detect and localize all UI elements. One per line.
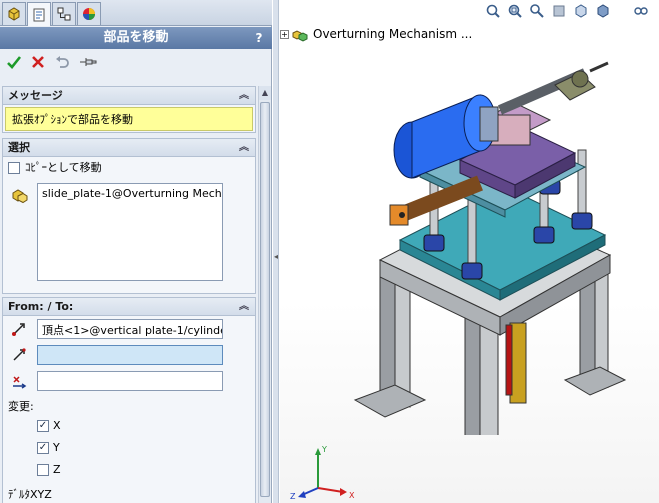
from-to-section: From: / To: ︽ 頂点<1>@vertical plate-1/cyl… — [2, 297, 256, 503]
cancel-button[interactable] — [28, 54, 48, 74]
selection-section: 選択 ︽ ｺﾋﾟｰとして移動 slide_plate-1@Overturning… — [2, 138, 256, 294]
from-point-icon — [12, 323, 25, 336]
undo-icon — [56, 56, 69, 68]
previous-view-icon[interactable] — [529, 3, 545, 19]
panel-splitter[interactable]: ◂ — [273, 0, 279, 503]
property-manager-icon — [33, 8, 45, 21]
action-buttons — [0, 50, 272, 78]
from-to-header-label: From: / To: — [8, 300, 74, 313]
undo-button[interactable] — [52, 54, 72, 74]
message-section: メッセージ ︽ 拡張ｵﾌﾟｼｮﾝで部品を移動 — [2, 86, 256, 133]
tree-expand-icon[interactable]: + — [280, 30, 289, 39]
from-to-section-header[interactable]: From: / To: ︽ — [3, 298, 255, 316]
help-button[interactable]: ? — [252, 29, 266, 47]
triad-x-label: X — [349, 491, 355, 500]
configuration-manager-icon — [57, 7, 71, 21]
heads-up-toolbar — [485, 2, 659, 20]
collapse-icon[interactable]: ︽ — [239, 298, 249, 316]
collapse-panel-icon[interactable]: ◂ — [273, 245, 279, 269]
change-label: 変更: — [8, 400, 34, 413]
axis-z-checkbox[interactable] — [37, 464, 49, 476]
message-text: 拡張ｵﾌﾟｼｮﾝで部品を移動 — [5, 107, 253, 131]
selection-section-header[interactable]: 選択 ︽ — [3, 139, 255, 157]
delta-row — [3, 371, 253, 391]
scroll-up-arrow-icon[interactable]: ▲ — [259, 86, 271, 100]
panel-title: 部品を移動 — [103, 30, 169, 45]
message-header-label: メッセージ — [8, 89, 63, 102]
property-manager-panel: 部品を移動 ? メッセージ ︽ 拡張ｵﾌﾟｼｮﾝで部品を移動 選択 ︽ ｺﾋﾟｰ… — [0, 0, 272, 503]
collapse-icon[interactable]: ︽ — [239, 139, 249, 157]
appearance-icon — [83, 8, 95, 20]
tab-configuration-manager[interactable] — [52, 2, 76, 25]
from-point-row: 頂点<1>@vertical plate-1/cylinder-1 — [3, 319, 253, 339]
axis-z-label: Z — [53, 463, 61, 476]
coordinate-triad: Y X Z — [290, 445, 355, 500]
delta-xyz-label: ﾃﾞﾙﾀXYZ — [8, 488, 52, 501]
tab-appearance[interactable] — [77, 2, 101, 25]
pushpin-icon — [80, 58, 97, 66]
copy-move-option[interactable]: ｺﾋﾟｰとして移動 — [3, 159, 255, 177]
copy-move-checkbox[interactable] — [8, 162, 20, 174]
scroll-thumb[interactable] — [260, 102, 270, 497]
to-point-row — [3, 345, 253, 365]
triad-y-label: Y — [321, 445, 327, 454]
to-point-icon — [13, 348, 26, 361]
hide-show-icon[interactable] — [633, 3, 649, 19]
zoom-to-fit-icon[interactable] — [485, 3, 501, 19]
zoom-area-icon[interactable] — [507, 3, 523, 19]
view-orientation-icon[interactable] — [573, 3, 589, 19]
assembly-model-view[interactable] — [340, 55, 640, 435]
list-item[interactable]: slide_plate-1@Overturning Mechanisr — [42, 187, 222, 200]
axis-y-label: Y — [53, 441, 60, 454]
display-style-icon[interactable] — [595, 3, 611, 19]
message-section-header[interactable]: メッセージ ︽ — [3, 87, 255, 105]
axis-x-label: X — [53, 419, 61, 432]
delta-value-field[interactable] — [37, 371, 223, 391]
keep-visible-button[interactable] — [78, 54, 98, 74]
graphics-area[interactable]: + Overturning Mechanism ... Y X Z — [280, 0, 659, 503]
tab-property-manager[interactable] — [27, 2, 51, 26]
panel-title-bar: 部品を移動 ? — [0, 27, 272, 49]
cancel-x-icon — [32, 56, 44, 68]
axis-y-checkbox[interactable]: ✓ — [37, 442, 49, 454]
feature-manager-icon — [8, 7, 20, 21]
section-view-icon[interactable] — [551, 3, 567, 19]
to-point-field[interactable] — [37, 345, 223, 365]
selection-header-label: 選択 — [8, 141, 30, 154]
triad-z-label: Z — [290, 492, 296, 500]
collapse-icon[interactable]: ︽ — [239, 87, 249, 105]
assembly-name: Overturning Mechanism ... — [313, 27, 473, 41]
selected-components-list[interactable]: slide_plate-1@Overturning Mechanisr — [37, 183, 223, 281]
shaft-assembly[interactable] — [498, 61, 609, 115]
copy-move-label: ｺﾋﾟｰとして移動 — [25, 161, 102, 174]
delta-xyz-icon — [13, 376, 27, 389]
assembly-icon — [292, 30, 308, 42]
tab-feature-manager[interactable] — [2, 2, 26, 25]
panel-scrollbar[interactable]: ▲ — [258, 86, 271, 503]
ok-button[interactable] — [4, 54, 24, 74]
manager-tabs — [0, 0, 272, 26]
axis-x-checkbox[interactable]: ✓ — [37, 420, 49, 432]
component-selection-icon — [12, 189, 28, 204]
from-point-field[interactable]: 頂点<1>@vertical plate-1/cylinder-1 — [37, 319, 223, 339]
ok-check-icon — [7, 56, 22, 69]
